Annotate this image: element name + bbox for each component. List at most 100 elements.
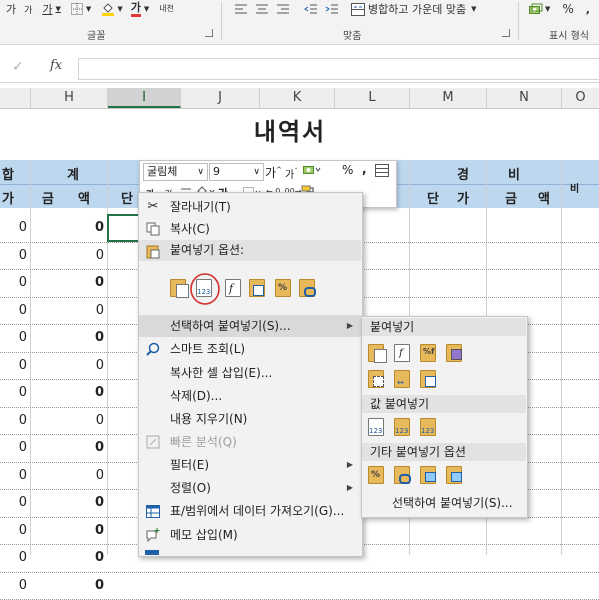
column-header-l[interactable]: L [335,88,410,108]
align-right-button[interactable] [274,1,292,17]
column-header-o[interactable]: O [562,88,599,108]
cell-g-value[interactable]: 0 [0,523,27,538]
paste-formulas-icon[interactable]: f [394,344,412,362]
menu-item-copy[interactable]: 복사(C) [139,218,361,240]
cell-g-value[interactable]: 0 [0,358,27,373]
paste-formatting-icon[interactable]: % [275,279,293,297]
cell-g-value[interactable]: 0 [0,220,27,235]
cell-h-value[interactable]: 0 [31,523,104,538]
alignment-dialog-launcher[interactable] [502,29,510,37]
paste-no-borders-icon[interactable] [368,370,386,388]
submenu-paste-special[interactable]: 선택하여 붙여넣기(S)... [392,494,513,511]
font-dialog-launcher[interactable] [205,29,213,37]
accounting-format-button[interactable]: ▼ [527,1,552,17]
menu-item-sort[interactable]: 정렬(O) ▶ [139,477,361,499]
menu-item-cut[interactable]: ✂ 잘라내기(T) [139,196,361,218]
cell-h-value[interactable]: 0 [31,248,104,263]
align-center-button[interactable] [253,1,271,17]
cell-h-value[interactable]: 0 [31,550,104,565]
paste-link-icon[interactable] [299,279,317,297]
increase-indent-button[interactable] [323,1,341,17]
align-left-button[interactable] [232,1,250,17]
cell-g-value[interactable]: 0 [0,550,27,565]
cell-g-value[interactable]: 0 [0,578,27,593]
column-header-h[interactable]: H [31,88,108,108]
cell-g-value[interactable]: 0 [0,303,27,318]
paste-transpose-icon[interactable] [420,370,438,388]
cell-h-value[interactable]: 0 [31,468,104,483]
merge-center-button[interactable]: 병합하고 가운데 맞춤 ▼ [349,1,478,17]
paste-picture-icon[interactable] [420,466,438,484]
cell-h-value[interactable]: 0 [31,303,104,318]
cell-g-value[interactable]: 0 [0,495,27,510]
mini-font-name[interactable]: 굴림체 ∨ [143,163,208,181]
paste-keep-column-width-icon[interactable]: ↔ [394,370,412,388]
cell-h-value[interactable]: 0 [31,413,104,428]
borders-button[interactable]: ▼ [69,1,93,17]
fill-color-button[interactable]: ▼ [99,1,124,17]
cell-h-value[interactable]: 0 [31,495,104,510]
decrease-indent-button[interactable] [302,1,320,17]
column-header-n[interactable]: N [487,88,562,108]
mini-comma-button[interactable]: , [362,162,367,176]
mini-percent-button[interactable]: % [342,163,353,177]
menu-item-quick-analysis[interactable]: 빠른 분석(Q) [139,431,361,453]
cell-h-value[interactable]: 0 [31,275,104,290]
column-header-m[interactable]: M [410,88,487,108]
column-header-k[interactable]: K [260,88,335,108]
paste-values-icon[interactable]: 123 [368,418,386,436]
paste-options-label: 붙여넣기 옵션: [170,243,245,257]
cell-g-value[interactable]: 0 [0,468,27,483]
paste-keep-source-format-icon[interactable] [446,344,464,362]
font-size-down-button[interactable]: 가 [22,1,34,17]
cell-g-value[interactable]: 0 [0,248,27,263]
paste-values-number-format-icon[interactable]: 123 [394,418,412,436]
cell-g-value[interactable]: 0 [0,385,27,400]
mini-font-size[interactable]: 9 ∨ [209,163,264,181]
paste-formulas-icon[interactable]: f [225,279,243,297]
menu-item-smart-lookup[interactable]: 스마트 조회(L) [139,338,361,360]
cell-g-value[interactable]: 0 [0,275,27,290]
cell-g-value[interactable]: 0 [0,330,27,345]
cell-h-value[interactable]: 0 [31,330,104,345]
column-header-j[interactable]: J [181,88,260,108]
cell-g-value[interactable]: 0 [0,413,27,428]
enter-checkmark-icon[interactable]: ✓ [12,59,24,75]
menu-item-paste-special[interactable]: 선택하여 붙여넣기(S)... ▶ [139,315,361,337]
mini-format-cells-button[interactable] [375,164,389,180]
cell-h-value[interactable]: 0 [31,440,104,455]
paste-transpose-icon[interactable] [249,279,267,297]
cell-h-value[interactable]: 0 [31,385,104,400]
menu-item-get-data[interactable]: 표/범위에서 데이터 가져오기(G)... [139,500,361,522]
menu-item-delete-label: 삭제(D)... [170,389,223,403]
menu-item-clear[interactable]: 내용 지우기(N) [139,408,361,430]
cell-h-value[interactable]: 0 [31,358,104,373]
font-color-button[interactable]: 가 ▼ [129,1,152,17]
paste-formatting-icon[interactable]: % [368,466,386,484]
paste-link-icon[interactable] [394,466,412,484]
column-header-i[interactable]: I [108,88,181,108]
menu-item-insert-copied[interactable]: 복사한 셀 삽입(E)... [139,362,361,384]
mini-grow-font-button[interactable]: 가^ [265,164,282,181]
cell-h-value[interactable]: 0 [31,220,104,235]
paste-icon[interactable] [368,344,387,363]
column-header-g[interactable] [0,88,31,108]
percent-style-button[interactable]: % [560,1,575,17]
menu-item-delete[interactable]: 삭제(D)... [139,385,361,407]
paste-values-source-format-icon[interactable]: 123 [420,418,438,436]
insert-function-button[interactable]: fx [50,58,62,73]
menu-item-filter[interactable]: 필터(E) ▶ [139,454,361,476]
paste-linked-picture-icon[interactable] [446,466,464,484]
phonetic-button[interactable]: 내천 [157,1,176,17]
paste-formulas-number-format-icon[interactable]: %f [420,344,438,362]
paste-icon[interactable] [170,279,189,298]
cell-g-value[interactable]: 0 [0,440,27,455]
font-size-up-button[interactable]: 가 [4,1,18,17]
menu-item-insert-comment[interactable]: 메모 삽입(M) [139,524,361,546]
comma-style-button[interactable]: , [584,1,592,17]
cell-h-value[interactable]: 0 [31,578,104,593]
underline-button[interactable]: 가 ▼ [40,1,63,17]
mini-accounting-button[interactable] [303,163,321,180]
formula-input[interactable] [78,58,599,80]
mini-shrink-font-button[interactable]: 가ˇ [285,166,298,181]
